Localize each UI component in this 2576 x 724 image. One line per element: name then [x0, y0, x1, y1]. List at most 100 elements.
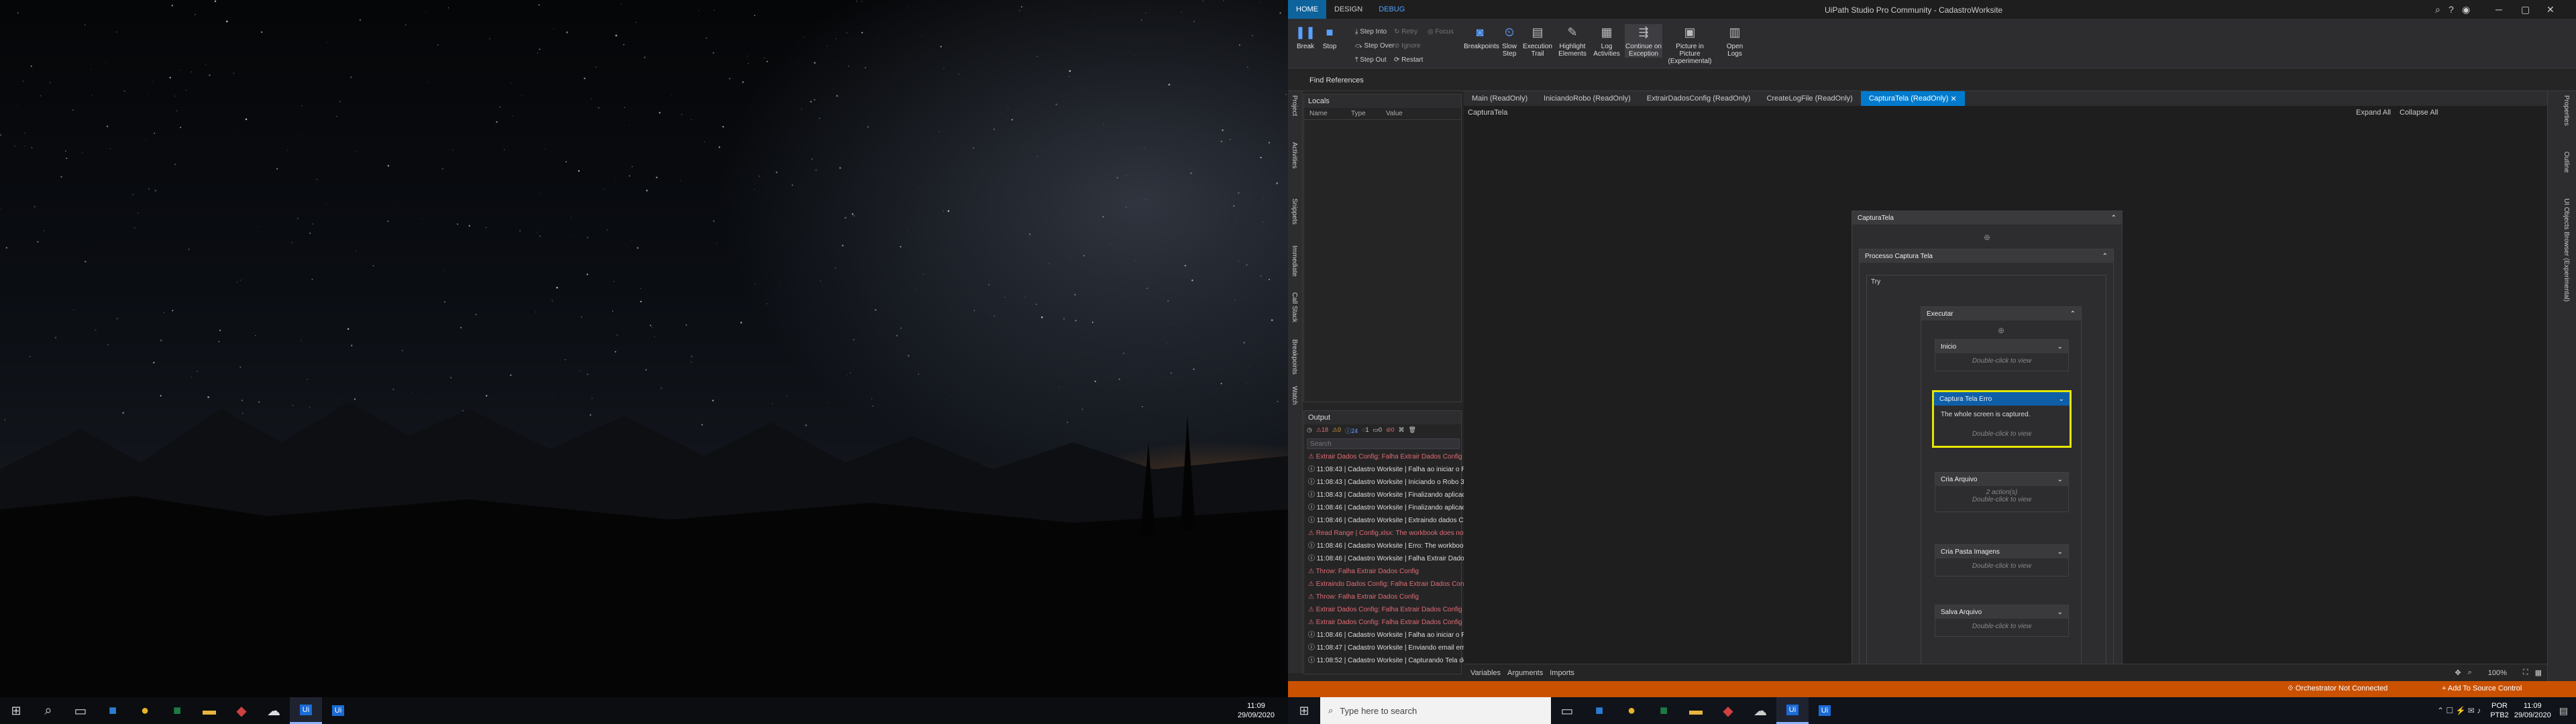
output-line[interactable]: ⓘ 11:08:43 | Cadastro Worksite | Falha a…	[1308, 463, 1477, 476]
expand-icon[interactable]: ⌄	[2057, 609, 2063, 616]
windows-start-icon[interactable]: ⊞	[0, 697, 32, 724]
outlook-icon[interactable]: ■	[1583, 697, 1615, 724]
expand-icon[interactable]: ⌄	[2057, 343, 2063, 351]
add-activity-icon[interactable]: ⊕	[1921, 326, 2081, 335]
collapse-icon[interactable]: ⌃	[2111, 215, 2116, 222]
breakpoints-button[interactable]: ◙ Breakpoints	[1464, 24, 1499, 51]
vtab-watch[interactable]: Watch	[1291, 386, 1298, 405]
continue-on-exception-button[interactable]: ⇶ Continue on Exception	[1625, 24, 1662, 58]
expand-icon[interactable]: ⌄	[2057, 476, 2063, 483]
outlook-icon[interactable]: ■	[97, 697, 129, 724]
left-clock[interactable]: 11:09 29/09/2020	[1238, 701, 1275, 720]
search-icon[interactable]: ⌕	[2435, 4, 2440, 15]
pin-icon[interactable]: ⌘	[1399, 426, 1405, 435]
col-type[interactable]: Type	[1351, 110, 1386, 117]
chrome-icon[interactable]: ●	[129, 697, 161, 724]
uipath-studio-icon[interactable]: Ui	[1776, 697, 1809, 724]
output-line[interactable]: ⓘ 11:08:52 | Cadastro Worksite | Captura…	[1308, 654, 1481, 667]
error-filter[interactable]: ⚠18	[1316, 426, 1328, 435]
search-icon[interactable]: ⌕	[32, 697, 64, 724]
maximize-icon[interactable]: ▢	[2521, 4, 2530, 15]
output-line[interactable]: ⓘ 11:08:46 | Cadastro Worksite | Extrain…	[1308, 514, 1478, 527]
fatal-filter[interactable]: ⊘0	[1386, 426, 1395, 435]
warning-filter[interactable]: ⚠0	[1332, 426, 1341, 435]
notifications-icon[interactable]: ▤	[2559, 705, 2568, 717]
minimize-icon[interactable]: ─	[2496, 4, 2502, 15]
log-activities-button[interactable]: ▦ Log Activities	[1591, 24, 1622, 58]
overview-icon[interactable]: ▦	[2535, 668, 2542, 677]
output-line[interactable]: ⓘ 11:08:43 | Cadastro Worksite | Finaliz…	[1308, 489, 1497, 501]
break-button[interactable]: ❚❚ Break	[1293, 24, 1318, 51]
source-control-button[interactable]: + Add To Source Control	[2442, 684, 2522, 692]
ignore-button[interactable]: ⊘ Ignore	[1394, 42, 1421, 50]
step-out-button[interactable]: ⤒ Step Out	[1355, 56, 1387, 64]
stop-button[interactable]: ■ Stop	[1318, 24, 1342, 51]
zoom-search-icon[interactable]: ⌕	[2468, 668, 2472, 677]
try-catch-card[interactable]: Processo Captura Tela ⌃ Try Executar ⌃ ⊕ I…	[1859, 249, 2114, 675]
col-value[interactable]: Value	[1386, 110, 1403, 117]
cloud-app-icon[interactable]: ☁	[1744, 697, 1776, 724]
fit-screen-icon[interactable]: ⛶	[2523, 668, 2528, 677]
taskbar-search-box[interactable]: ⌕ Type here to search	[1320, 697, 1551, 724]
chrome-icon[interactable]: ●	[1615, 697, 1648, 724]
output-line[interactable]: ⓘ 11:08:43 | Cadastro Worksite | Inician…	[1308, 476, 1495, 489]
vtab-activities[interactable]: Activities	[1291, 142, 1298, 168]
activity-salva-arquivo[interactable]: Salva Arquivo ⌄ Double-click to view	[1935, 605, 2069, 637]
execution-trail-button[interactable]: ▤ Execution Trail	[1523, 24, 1552, 58]
add-activity-icon[interactable]: ⊕	[1852, 233, 2122, 242]
windows-start-icon[interactable]: ⊞	[1288, 697, 1320, 724]
output-line[interactable]: ⚠ Extrair Dados Config: Falha Extrair Da…	[1308, 450, 1462, 463]
output-line[interactable]: ⓘ 11:08:47 | Cadastro Worksite | Enviand…	[1308, 642, 1468, 654]
tab-home[interactable]: HOME	[1288, 0, 1326, 19]
output-line[interactable]: ⚠ Read Range | Config.xlsx: The workbook…	[1308, 527, 1481, 540]
activity-cria-pasta-imagens[interactable]: Cria Pasta Imagens ⌄ Double-click to view	[1935, 544, 2069, 577]
collapse-all-button[interactable]: Collapse All	[2400, 109, 2438, 117]
highlight-elements-button[interactable]: ✎ Highlight Elements	[1555, 24, 1590, 58]
breadcrumb[interactable]: CapturaTela	[1468, 109, 1507, 117]
vtab-properties[interactable]: Properties	[2563, 95, 2570, 126]
right-clock[interactable]: 11:09 29/09/2020	[2514, 701, 2551, 720]
verbose-filter[interactable]: ▭0	[1373, 426, 1382, 435]
vtab-immediate[interactable]: Immediate	[1291, 245, 1298, 277]
doc-tab-main[interactable]: Main (ReadOnly)	[1464, 91, 1536, 106]
help-icon[interactable]: ?	[2449, 4, 2454, 15]
close-icon[interactable]: ✕	[2546, 4, 2555, 15]
task-view-icon[interactable]: ▭	[64, 697, 97, 724]
open-logs-button[interactable]: ▥ Open Logs	[1723, 24, 1747, 58]
excel-icon[interactable]: ■	[1648, 697, 1680, 724]
doc-tab-capturatela[interactable]: CapturaTela (ReadOnly) ✕	[1860, 91, 1965, 106]
excel-icon[interactable]: ■	[161, 697, 193, 724]
trace-filter[interactable]: ◌1	[1362, 426, 1368, 435]
step-over-button[interactable]: ⤼ Step Over	[1355, 42, 1395, 50]
task-view-icon[interactable]: ▭	[1551, 697, 1583, 724]
output-line[interactable]: ⚠ Throw: Falha Extrair Dados Config	[1308, 565, 1461, 578]
shield-app-icon[interactable]: ◆	[1712, 697, 1744, 724]
uipath-assistant-icon[interactable]: Ui	[322, 697, 354, 724]
vtab-call-stack[interactable]: Call Stack	[1291, 292, 1298, 322]
activity-cria-arquivo[interactable]: Cria Arquivo ⌄ 2 action(s) Double-click t…	[1935, 472, 2069, 512]
vtab-snippets[interactable]: Snippets	[1291, 198, 1298, 225]
step-into-button[interactable]: ⤓ Step Into	[1355, 28, 1387, 36]
output-line[interactable]: ⚠ Extraindo Dados Config: Falha Extrair …	[1308, 578, 1471, 591]
activity-inicio[interactable]: Inicio ⌄ Double-click to view	[1935, 339, 2069, 371]
expand-icon[interactable]: ⌄	[2059, 396, 2064, 403]
keyboard-language[interactable]: POR PTB2	[2490, 701, 2509, 720]
clear-icon[interactable]: 🗑	[1409, 426, 1416, 435]
output-line[interactable]: ⚠ Extrair Dados Config: Falha Extrair Da…	[1308, 603, 1462, 616]
close-tab-icon[interactable]: ✕	[1951, 95, 1957, 103]
account-icon[interactable]: ◉	[2462, 4, 2470, 15]
doc-tab-createlogfile[interactable]: CreateLogFile (ReadOnly)	[1758, 91, 1860, 106]
uipath-studio-icon[interactable]: Ui	[290, 697, 322, 724]
output-line[interactable]: ⓘ 11:08:46 | Cadastro Worksite | Falha E…	[1308, 552, 1489, 565]
imports-tab[interactable]: Imports	[1550, 669, 1574, 677]
variables-tab[interactable]: Variables	[1470, 669, 1501, 677]
output-line[interactable]: ⓘ 11:08:46 | Cadastro Worksite | Erro: T…	[1308, 540, 1510, 552]
activity-captura-tela-erro[interactable]: Captura Tela Erro ⌄ The whole screen is c…	[1932, 390, 2072, 448]
vtab-ui-objects-browser[interactable]: UI Objects Browser (Experimental)	[2563, 198, 2570, 302]
vtab-outline[interactable]: Outline	[2563, 152, 2570, 173]
output-line[interactable]: ⚠ Extrair Dados Config: Falha Extrair Da…	[1308, 616, 1462, 629]
tray-icons[interactable]: ⌃ ☐ ⚡ ✉ ♪	[2437, 706, 2481, 715]
collapse-icon[interactable]: ⌃	[2102, 253, 2108, 260]
doc-tab-iniciandorobo[interactable]: IniciandoRobo (ReadOnly)	[1536, 91, 1639, 106]
focus-button[interactable]: ◎ Focus	[1428, 28, 1454, 36]
